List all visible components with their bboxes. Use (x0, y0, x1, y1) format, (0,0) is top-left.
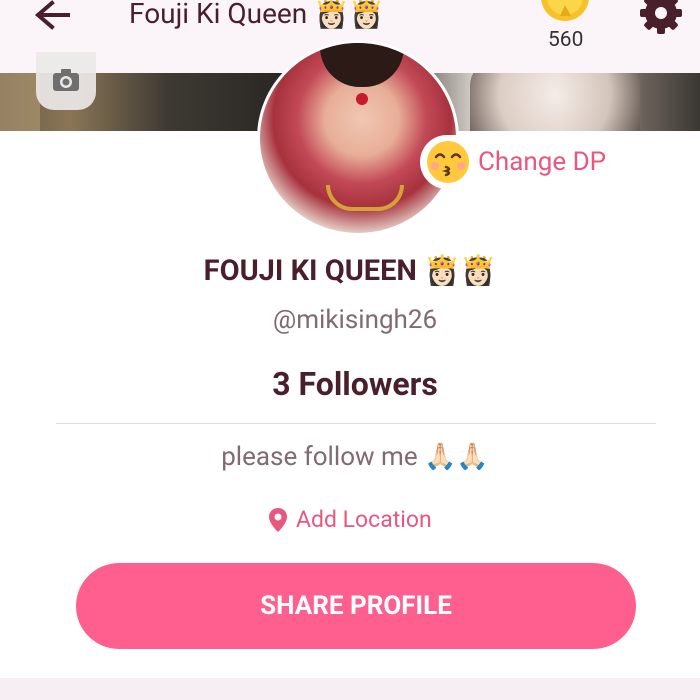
avatar-detail (326, 185, 404, 211)
followers-count[interactable]: 3 Followers (0, 365, 700, 403)
profile-username: @mikisingh26 (272, 305, 438, 335)
add-location-link[interactable]: Add Location (268, 506, 432, 533)
add-location-label: Add Location (296, 506, 432, 533)
change-cover-button[interactable] (36, 52, 96, 110)
profile-bio: please follow me 🙏🏻🙏🏻 (221, 442, 489, 472)
camera-icon (53, 69, 79, 91)
coin-star-icon[interactable] (540, 0, 590, 22)
profile-name: FOUJI KI QUEEN 👸🏻👸🏻 (203, 254, 497, 288)
coin-count: 560 (548, 28, 584, 52)
profile-avatar[interactable] (257, 40, 459, 236)
bottom-strip (0, 678, 700, 700)
page-title: Fouji Ki Queen 👸🏻👸🏻 (129, 0, 384, 30)
location-pin-icon (269, 507, 287, 532)
avatar-detail (356, 93, 368, 105)
change-dp-label: Change DP (478, 147, 607, 177)
change-dp-button[interactable]: Change DP (420, 135, 621, 189)
divider (56, 423, 656, 424)
share-profile-button[interactable]: SHARE PROFILE (76, 563, 636, 649)
kissing-face-icon (424, 138, 472, 186)
avatar-detail (320, 43, 404, 87)
back-arrow-icon[interactable] (32, 0, 72, 36)
gear-icon[interactable] (638, 0, 684, 36)
